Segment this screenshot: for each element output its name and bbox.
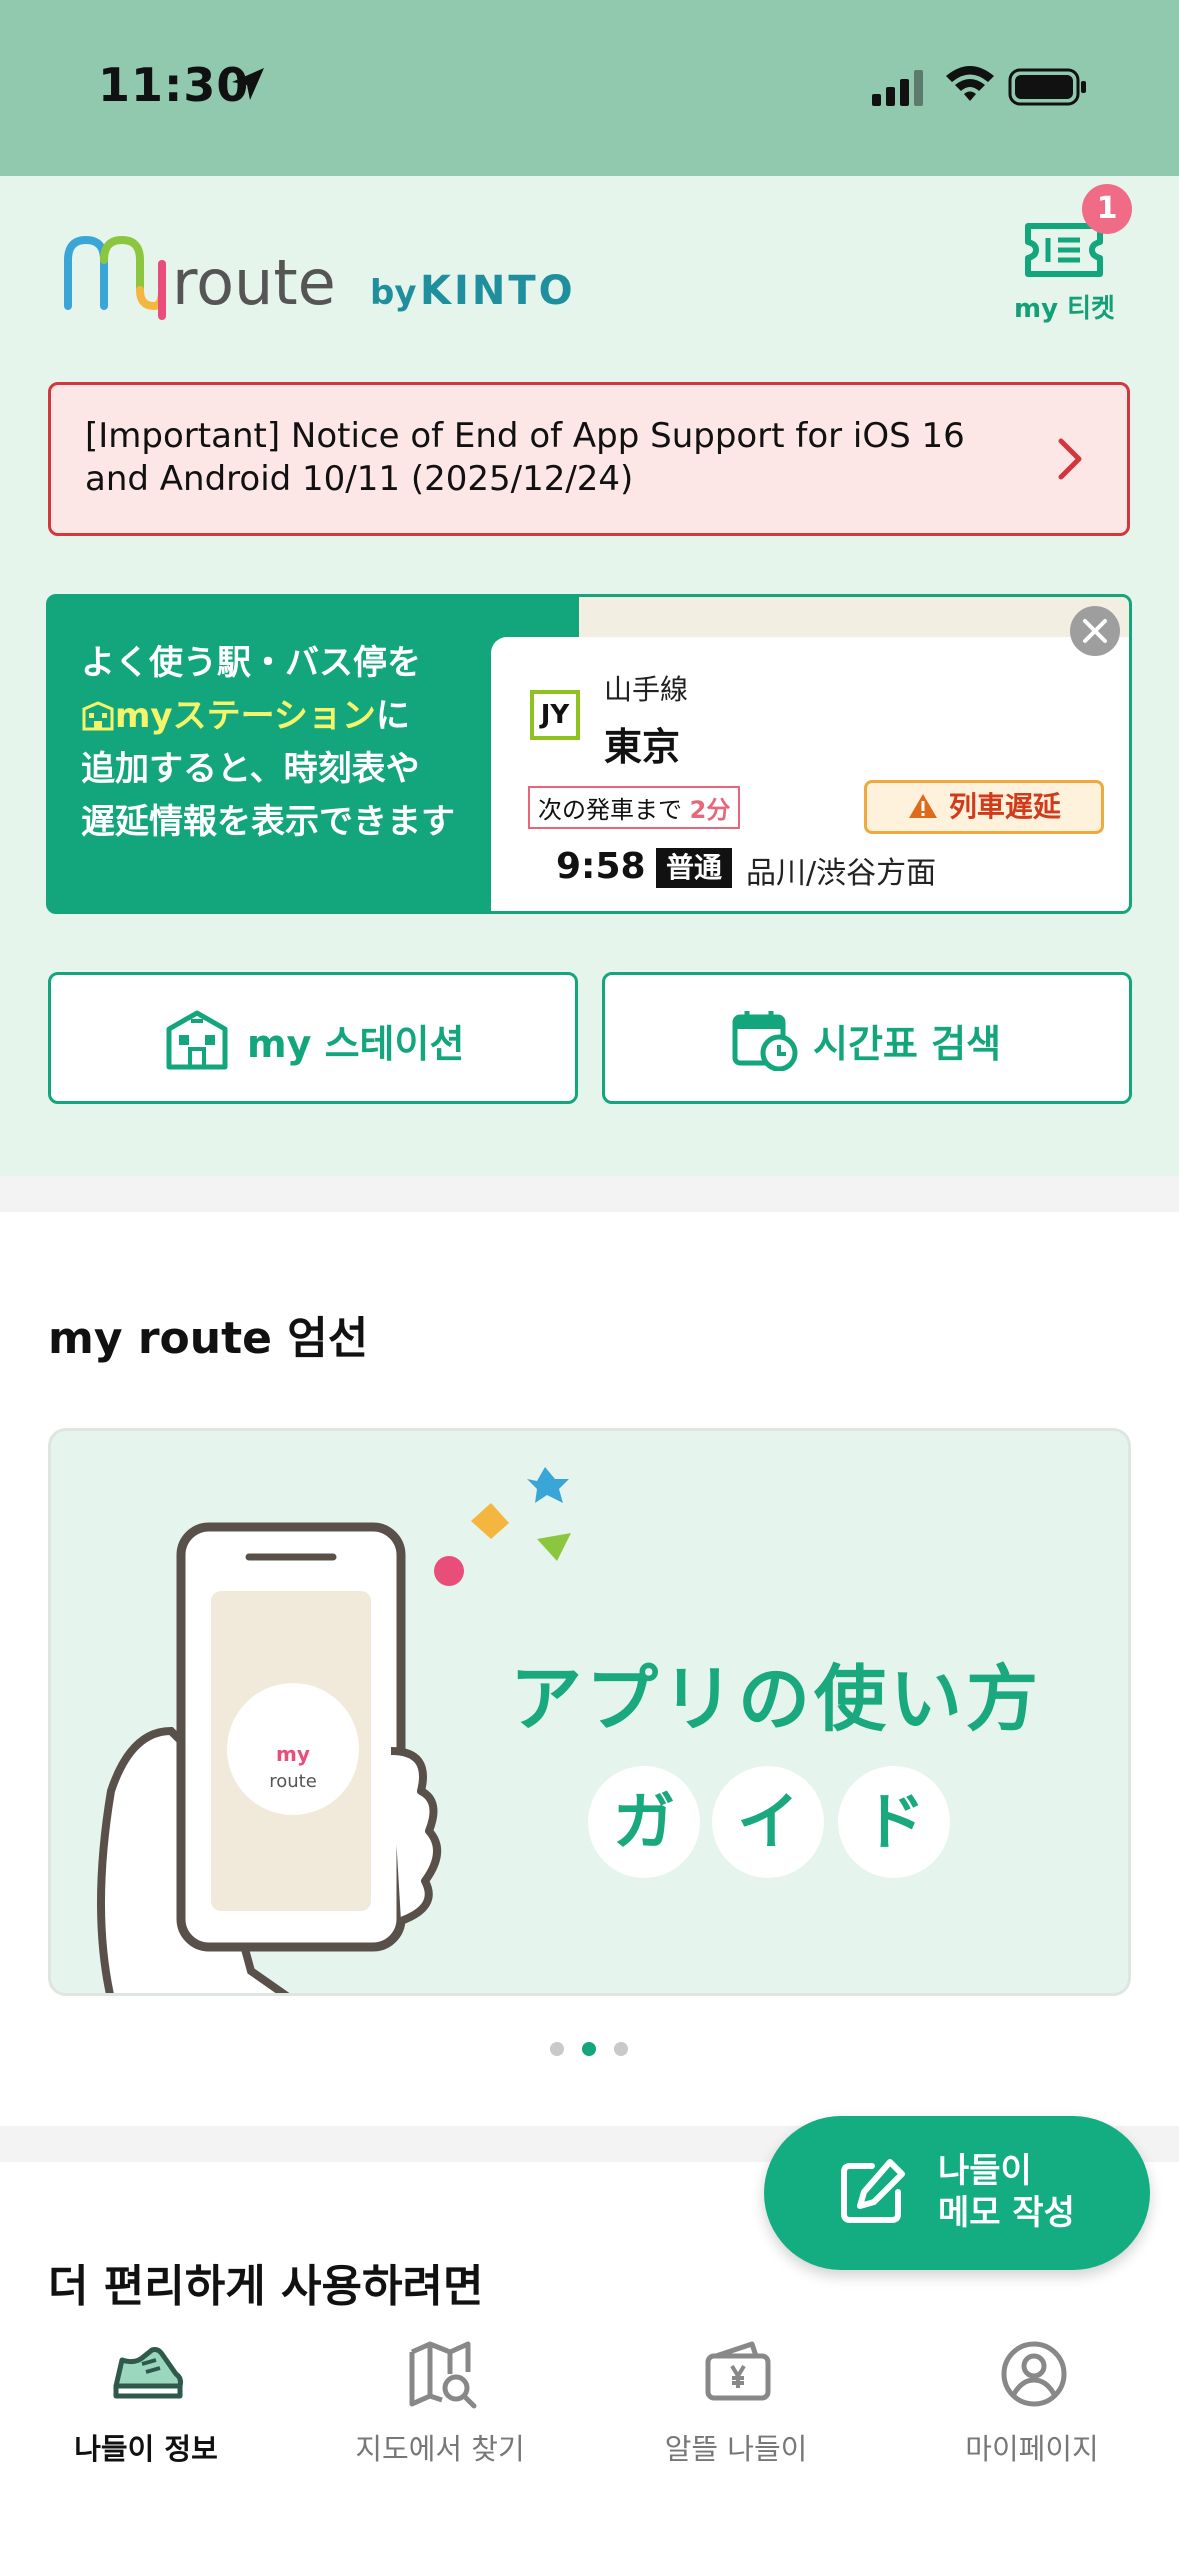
next-departure-label: 次の発車まで	[538, 796, 682, 824]
my-station-label: my 스테이션	[247, 1022, 465, 1066]
train-type-badge: 普通	[656, 848, 733, 888]
my-route-logo: route by KINTO	[64, 235, 576, 320]
my-ticket-label[interactable]: my 티켓	[1014, 288, 1115, 325]
timetable-search-button[interactable]: 시간표 검색	[602, 972, 1132, 1104]
tab-label: 알뜰 나들이	[664, 2432, 808, 2466]
fab-label-line-1: 나들이	[938, 2151, 1032, 2191]
guide-char-2: イ	[712, 1766, 824, 1878]
tab-label: 지도에서 찾기	[355, 2432, 525, 2466]
fab-label: 나들이 메모 작성	[938, 2150, 1075, 2234]
notice-text: [Important] Notice of End of App Support…	[85, 416, 965, 499]
status-time: 11:30	[98, 58, 250, 112]
location-arrow-icon	[232, 68, 264, 100]
status-bar: 11:30	[0, 0, 1179, 176]
departure-destination: 品川/渋谷方面	[746, 856, 937, 891]
station-name: 東京	[604, 725, 681, 769]
tab-map-search[interactable]: 지도에서 찾기	[310, 2328, 570, 2478]
promo-text: よく使う駅・バス停を myステーションに 追加すると、時刻表や 遅延情報を表示で…	[81, 637, 501, 849]
tab-label: 마이페이지	[965, 2432, 1099, 2466]
delay-text: 列車遅延	[948, 790, 1061, 823]
departure-time: 9:58	[556, 846, 646, 887]
line-name: 山手線	[604, 673, 689, 706]
map-search-icon	[409, 2341, 477, 2409]
tab-label: 나들이 정보	[74, 2432, 218, 2466]
guide-char-3: ド	[838, 1766, 950, 1878]
sneaker-icon	[113, 2347, 183, 2399]
tab-my-page[interactable]: 마이페이지	[902, 2328, 1162, 2478]
picks-section-title: my route 엄선	[48, 1313, 369, 1364]
banner-title: アプリの使い方	[510, 1657, 1043, 1741]
tab-outing-info[interactable]: 나들이 정보	[16, 2328, 276, 2478]
page-dot[interactable]	[550, 2042, 564, 2056]
page-dot[interactable]	[614, 2042, 628, 2056]
phone-in-hand-illustration: my route	[97, 1467, 571, 1993]
carousel-pagination	[550, 2042, 630, 2058]
page-dot-active[interactable]	[582, 2042, 596, 2056]
timetable-search-label: 시간표 검색	[813, 1022, 1002, 1066]
warning-icon	[909, 794, 938, 818]
delay-status-badge: 列車遅延	[864, 780, 1104, 834]
phone-logo-text: route	[269, 1771, 317, 1792]
calendar-clock-icon	[732, 1011, 798, 1071]
ticket-count-badge: 1	[1082, 184, 1132, 234]
next-departure-tag: 次の発車まで 2分	[528, 786, 741, 829]
close-promo-button[interactable]	[1070, 606, 1120, 656]
svg-text:KINTO: KINTO	[420, 268, 576, 314]
wifi-icon	[946, 66, 994, 101]
user-circle-icon	[1001, 2341, 1067, 2407]
bottom-tab-bar: 나들이 정보 지도에서 찾기 알뜰 나들이 마이페이지	[0, 2308, 1179, 2556]
svg-text:by: by	[370, 273, 417, 313]
line-code-badge: JY	[530, 690, 580, 740]
promo-line-4: 遅延情報を表示できます	[81, 802, 455, 842]
promo-line-2-suffix: に	[375, 696, 410, 736]
close-icon	[1083, 619, 1107, 643]
chevron-right-icon	[1058, 438, 1082, 480]
station-building-icon	[82, 701, 114, 731]
tab-savings-outing[interactable]: 알뜰 나들이	[606, 2328, 866, 2478]
station-building-icon	[166, 1010, 228, 1070]
svg-text:my: my	[276, 1742, 310, 1766]
cellular-signal-icon	[872, 70, 923, 106]
my-station-button[interactable]: my 스테이션	[48, 972, 578, 1104]
promo-line-3: 追加すると、時刻表や	[81, 749, 420, 789]
svg-text:route: route	[172, 246, 336, 319]
write-outing-memo-button[interactable]: 나들이 메모 작성	[764, 2116, 1150, 2270]
guide-char-1: ガ	[588, 1766, 700, 1878]
notice-banner[interactable]: [Important] Notice of End of App Support…	[48, 382, 1130, 536]
promo-highlight: myステーション	[115, 696, 376, 736]
more-section-title: 더 편리하게 사용하려면	[48, 2261, 484, 2312]
next-departure-value: 2分	[689, 796, 731, 824]
wallet-yen-icon	[705, 2341, 771, 2401]
promo-line-2: myステーションに	[81, 690, 501, 743]
promo-line-1: よく使う駅・バス停を	[81, 643, 421, 683]
section-divider	[0, 1176, 1179, 1212]
fab-label-line-2: 메모 작성	[938, 2193, 1075, 2233]
edit-note-icon	[841, 2159, 905, 2223]
battery-icon	[1008, 68, 1086, 106]
